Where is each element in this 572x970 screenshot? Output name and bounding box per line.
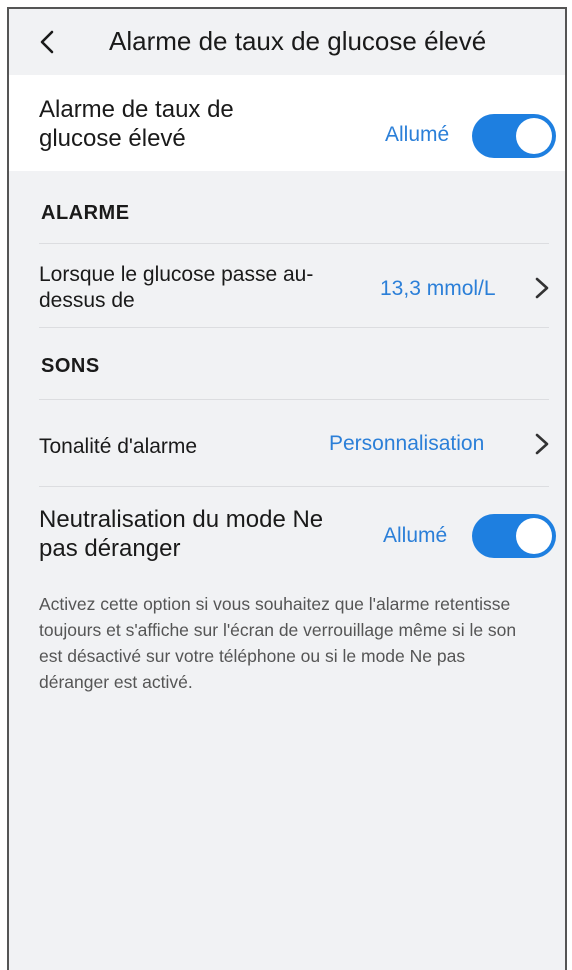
- screen: Alarme de taux de glucose élevé Alarme d…: [7, 7, 567, 970]
- divider: [39, 399, 549, 400]
- divider: [39, 486, 549, 487]
- alarm-tone-label: Tonalité d'alarme: [39, 435, 198, 458]
- dnd-override-state: Allumé: [383, 524, 448, 547]
- high-glucose-alarm-row: Alarme de taux de glucose élevé Allumé: [9, 75, 565, 171]
- chevron-right-icon: [535, 433, 549, 455]
- high-glucose-alarm-toggle[interactable]: [472, 114, 556, 158]
- threshold-label: Lorsque le glucose passe au-dessus de: [39, 263, 314, 312]
- toggle-knob: [516, 518, 552, 554]
- high-glucose-alarm-state: Allumé: [385, 123, 450, 146]
- alarm-tone-value: Personnalisation: [329, 432, 485, 455]
- chevron-right-icon: [535, 277, 549, 299]
- header-bar: Alarme de taux de glucose élevé: [9, 9, 565, 75]
- threshold-value: 13,3 mmol/L: [380, 277, 496, 300]
- divider: [39, 243, 549, 244]
- back-arrow-icon[interactable]: [33, 27, 63, 57]
- high-glucose-alarm-label: Alarme de taux de glucose élevé: [39, 96, 234, 152]
- dnd-override-label: Neutralisation du mode Ne pas déranger: [39, 506, 324, 562]
- section-heading-sounds: SONS: [41, 355, 100, 377]
- section-heading-alarm: ALARME: [41, 202, 130, 224]
- divider: [39, 327, 549, 328]
- toggle-knob: [516, 118, 552, 154]
- dnd-override-description: Activez cette option si vous souhaitez q…: [39, 594, 517, 692]
- page-title: Alarme de taux de glucose élevé: [109, 26, 487, 56]
- dnd-override-toggle[interactable]: [472, 514, 556, 558]
